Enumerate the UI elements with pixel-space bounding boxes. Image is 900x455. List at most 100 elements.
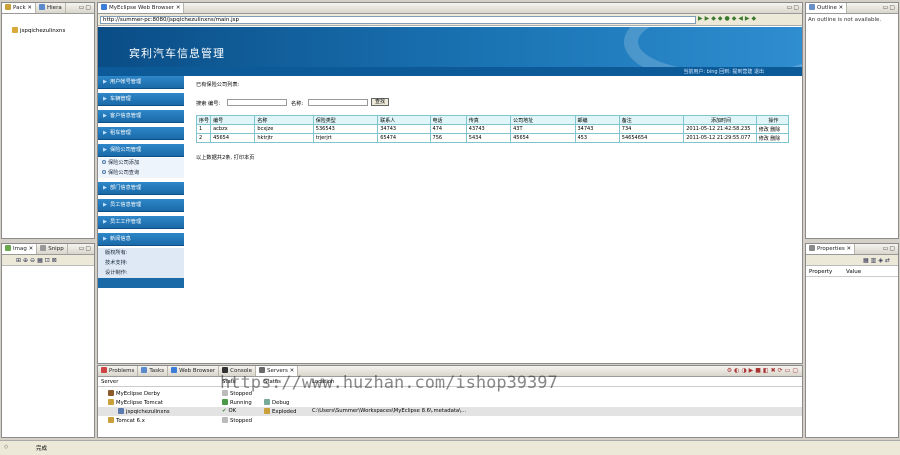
arrow-icon: ▶ <box>103 219 107 225</box>
debug-icon <box>264 399 270 405</box>
server-row[interactable]: Tomcat 6.x Stopped <box>98 416 802 425</box>
package-explorer-tabbar: Pack ✕ Hiera ▭▢ <box>2 3 94 14</box>
menu-item-vehicles[interactable]: ▶ 车辆管理 <box>98 93 184 106</box>
server-row-selected[interactable]: jspqichezulinxns ✔ OK Exploded C:\Users\S… <box>98 407 802 416</box>
server-name: jspqichezulinxns <box>126 409 170 415</box>
minimize-maximize-icon[interactable]: ▭▢ <box>79 4 92 11</box>
col-header: 添加时间 <box>683 115 757 125</box>
status-bar: ◇ 完成 <box>0 440 900 455</box>
menu-item-rentals[interactable]: ▶ 租车管理 <box>98 127 184 140</box>
minimize-maximize-icon[interactable]: ▭▢ <box>787 4 800 11</box>
tree-item-project[interactable]: jspqichezulinxns <box>12 27 65 34</box>
tab-label: Properties <box>817 246 845 252</box>
server-row[interactable]: MyEclipse Tomcat Running Debug <box>98 398 802 407</box>
col-header: 保险类型 <box>312 115 379 125</box>
browser-toolbar: http://summer-pc:8080/jspqichezulinxns/m… <box>98 14 802 26</box>
package-icon <box>5 4 11 10</box>
menu-item-insurance[interactable]: ▶ 保险公司管理 <box>98 144 184 157</box>
search-name-input[interactable] <box>308 99 368 106</box>
menu-label: 客户信息管理 <box>110 113 142 119</box>
tab-web-browser[interactable]: MyEclipse Web Browser ✕ <box>98 3 185 13</box>
tab-label: Hiera <box>47 5 62 11</box>
table-row: 1 acbzx bcxjze 536543 34743 474 43743 43… <box>195 124 790 134</box>
url-input[interactable]: http://summer-pc:8080/jspqichezulinxns/m… <box>100 16 696 24</box>
tab-label: MyEclipse Web Browser <box>109 5 175 11</box>
tomcat-icon <box>108 417 114 423</box>
server-status: Exploded <box>272 409 297 415</box>
properties-pane: Properties ✕ ▭▢ ▦▥◈⇄ Property Value <box>805 243 899 438</box>
submenu-item-insurance-add[interactable]: 保险公司添加 <box>98 158 184 168</box>
tab-label: Imag <box>13 246 27 252</box>
tasks-icon <box>141 367 148 373</box>
table-cell: 54654654 <box>618 133 685 143</box>
menu-label: 车辆管理 <box>110 96 131 102</box>
arrow-icon: ▶ <box>103 236 107 242</box>
table-cell: 474 <box>429 124 467 134</box>
table-header-row: 序号 编号 名称 保险类型 联系人 电话 传真 公司地址 邮编 备注 添加时间 … <box>195 115 790 125</box>
minimize-maximize-icon[interactable]: ▭▢ <box>883 4 896 11</box>
zoom-toolbar-icons[interactable]: ⊞⊕⊖▦⊡⊠ <box>16 257 59 264</box>
search-label-id: 搜索 编号: <box>196 101 221 107</box>
minimize-maximize-icon[interactable]: ▭▢ <box>79 245 92 252</box>
properties-toolbar-icons[interactable]: ▦▥◈⇄ <box>863 257 892 264</box>
row-actions-link[interactable]: 修改 删除 <box>755 133 790 143</box>
server-name: MyEclipse Derby <box>116 391 160 397</box>
table-cell: 45654 <box>510 133 576 143</box>
table-cell: 43743 <box>465 124 512 134</box>
snippet-icon <box>40 245 47 251</box>
state-icon <box>222 417 228 423</box>
check-icon: ✔ <box>222 408 227 414</box>
arrow-icon: ▶ <box>103 185 107 191</box>
exploded-icon <box>264 408 270 414</box>
col-header: 名称 <box>254 115 314 125</box>
package-explorer-pane: Pack ✕ Hiera ▭▢ jspqichezulinxns <box>1 2 95 239</box>
globe-icon <box>101 4 107 10</box>
menu-item-user-accounts[interactable]: ▶ 用户帐号管理 <box>98 76 184 89</box>
tab-label: Web Browser <box>179 368 216 374</box>
browser-nav-icons[interactable]: ▶▶◆◆●◆◀▶◆ <box>698 15 758 22</box>
table-cell: 43T <box>510 124 576 134</box>
menu-item-departments[interactable]: ▶ 部门信息管理 <box>98 182 184 195</box>
outline-icon <box>809 4 815 10</box>
search-id-input[interactable] <box>227 99 287 106</box>
submenu-item-insurance-query[interactable]: 保险公司查询 <box>98 168 184 178</box>
problems-icon <box>101 367 107 373</box>
menu-item-customers[interactable]: ▶ 客户信息管理 <box>98 110 184 123</box>
tab-tasks[interactable]: Tasks <box>138 366 169 376</box>
menu-item-employee-work[interactable]: ▶ 员工工作管理 <box>98 216 184 229</box>
tomcat-icon <box>108 399 114 405</box>
site-title: 宾利汽车信息管理 <box>129 47 225 60</box>
table-cell: 2 <box>195 133 212 143</box>
web-project-icon <box>118 408 124 414</box>
hierarchy-icon <box>39 4 46 10</box>
outline-message: An outline is not available. <box>808 17 882 23</box>
row-actions-link[interactable]: 修改 删除 <box>755 124 790 134</box>
tab-package-explorer[interactable]: Pack ✕ <box>2 3 37 13</box>
tab-image[interactable]: Imag ✕ <box>2 244 38 254</box>
minimize-maximize-icon[interactable]: ▭▢ <box>883 245 896 252</box>
submenu-label: 保险公司查询 <box>108 170 140 176</box>
tab-web-browser-view[interactable]: Web Browser <box>168 366 220 376</box>
table-footer[interactable]: 以上数据共2条, 打印本页 <box>196 154 254 161</box>
tab-outline[interactable]: Outline ✕ <box>806 3 848 13</box>
search-button[interactable]: 查找 <box>371 98 389 106</box>
tab-hierarchy[interactable]: Hiera <box>36 3 66 13</box>
menu-label: 员工工作管理 <box>110 219 142 225</box>
menu-item-news[interactable]: ▶ 新闻信息 <box>98 233 184 246</box>
table-cell: 5434 <box>465 133 512 143</box>
col-header: 编号 <box>210 115 256 125</box>
tab-properties[interactable]: Properties ✕ <box>806 244 856 254</box>
properties-header: Property Value <box>806 268 898 277</box>
subnav-links[interactable]: 当前用户: bing 回到: 提到营建 退出 <box>683 68 764 75</box>
table-cell: 65474 <box>377 133 431 143</box>
arrow-icon: ▶ <box>103 130 107 136</box>
tab-snippets[interactable]: Snipp <box>37 244 68 254</box>
server-state: Stopped <box>230 418 253 424</box>
table-cell: 536543 <box>312 124 379 134</box>
tab-problems[interactable]: Problems <box>98 366 139 376</box>
menu-label: 用户帐号管理 <box>110 79 142 85</box>
image-icon <box>5 245 11 251</box>
menu-item-employees[interactable]: ▶ 员工信息管理 <box>98 199 184 212</box>
servers-toolbar-icons[interactable]: ⚙◐◑▶■◧✖⟳▭▢ <box>727 367 800 374</box>
table-row: 2 45654 hktrjtr trjerjrt 65474 756 5434 … <box>195 133 790 143</box>
